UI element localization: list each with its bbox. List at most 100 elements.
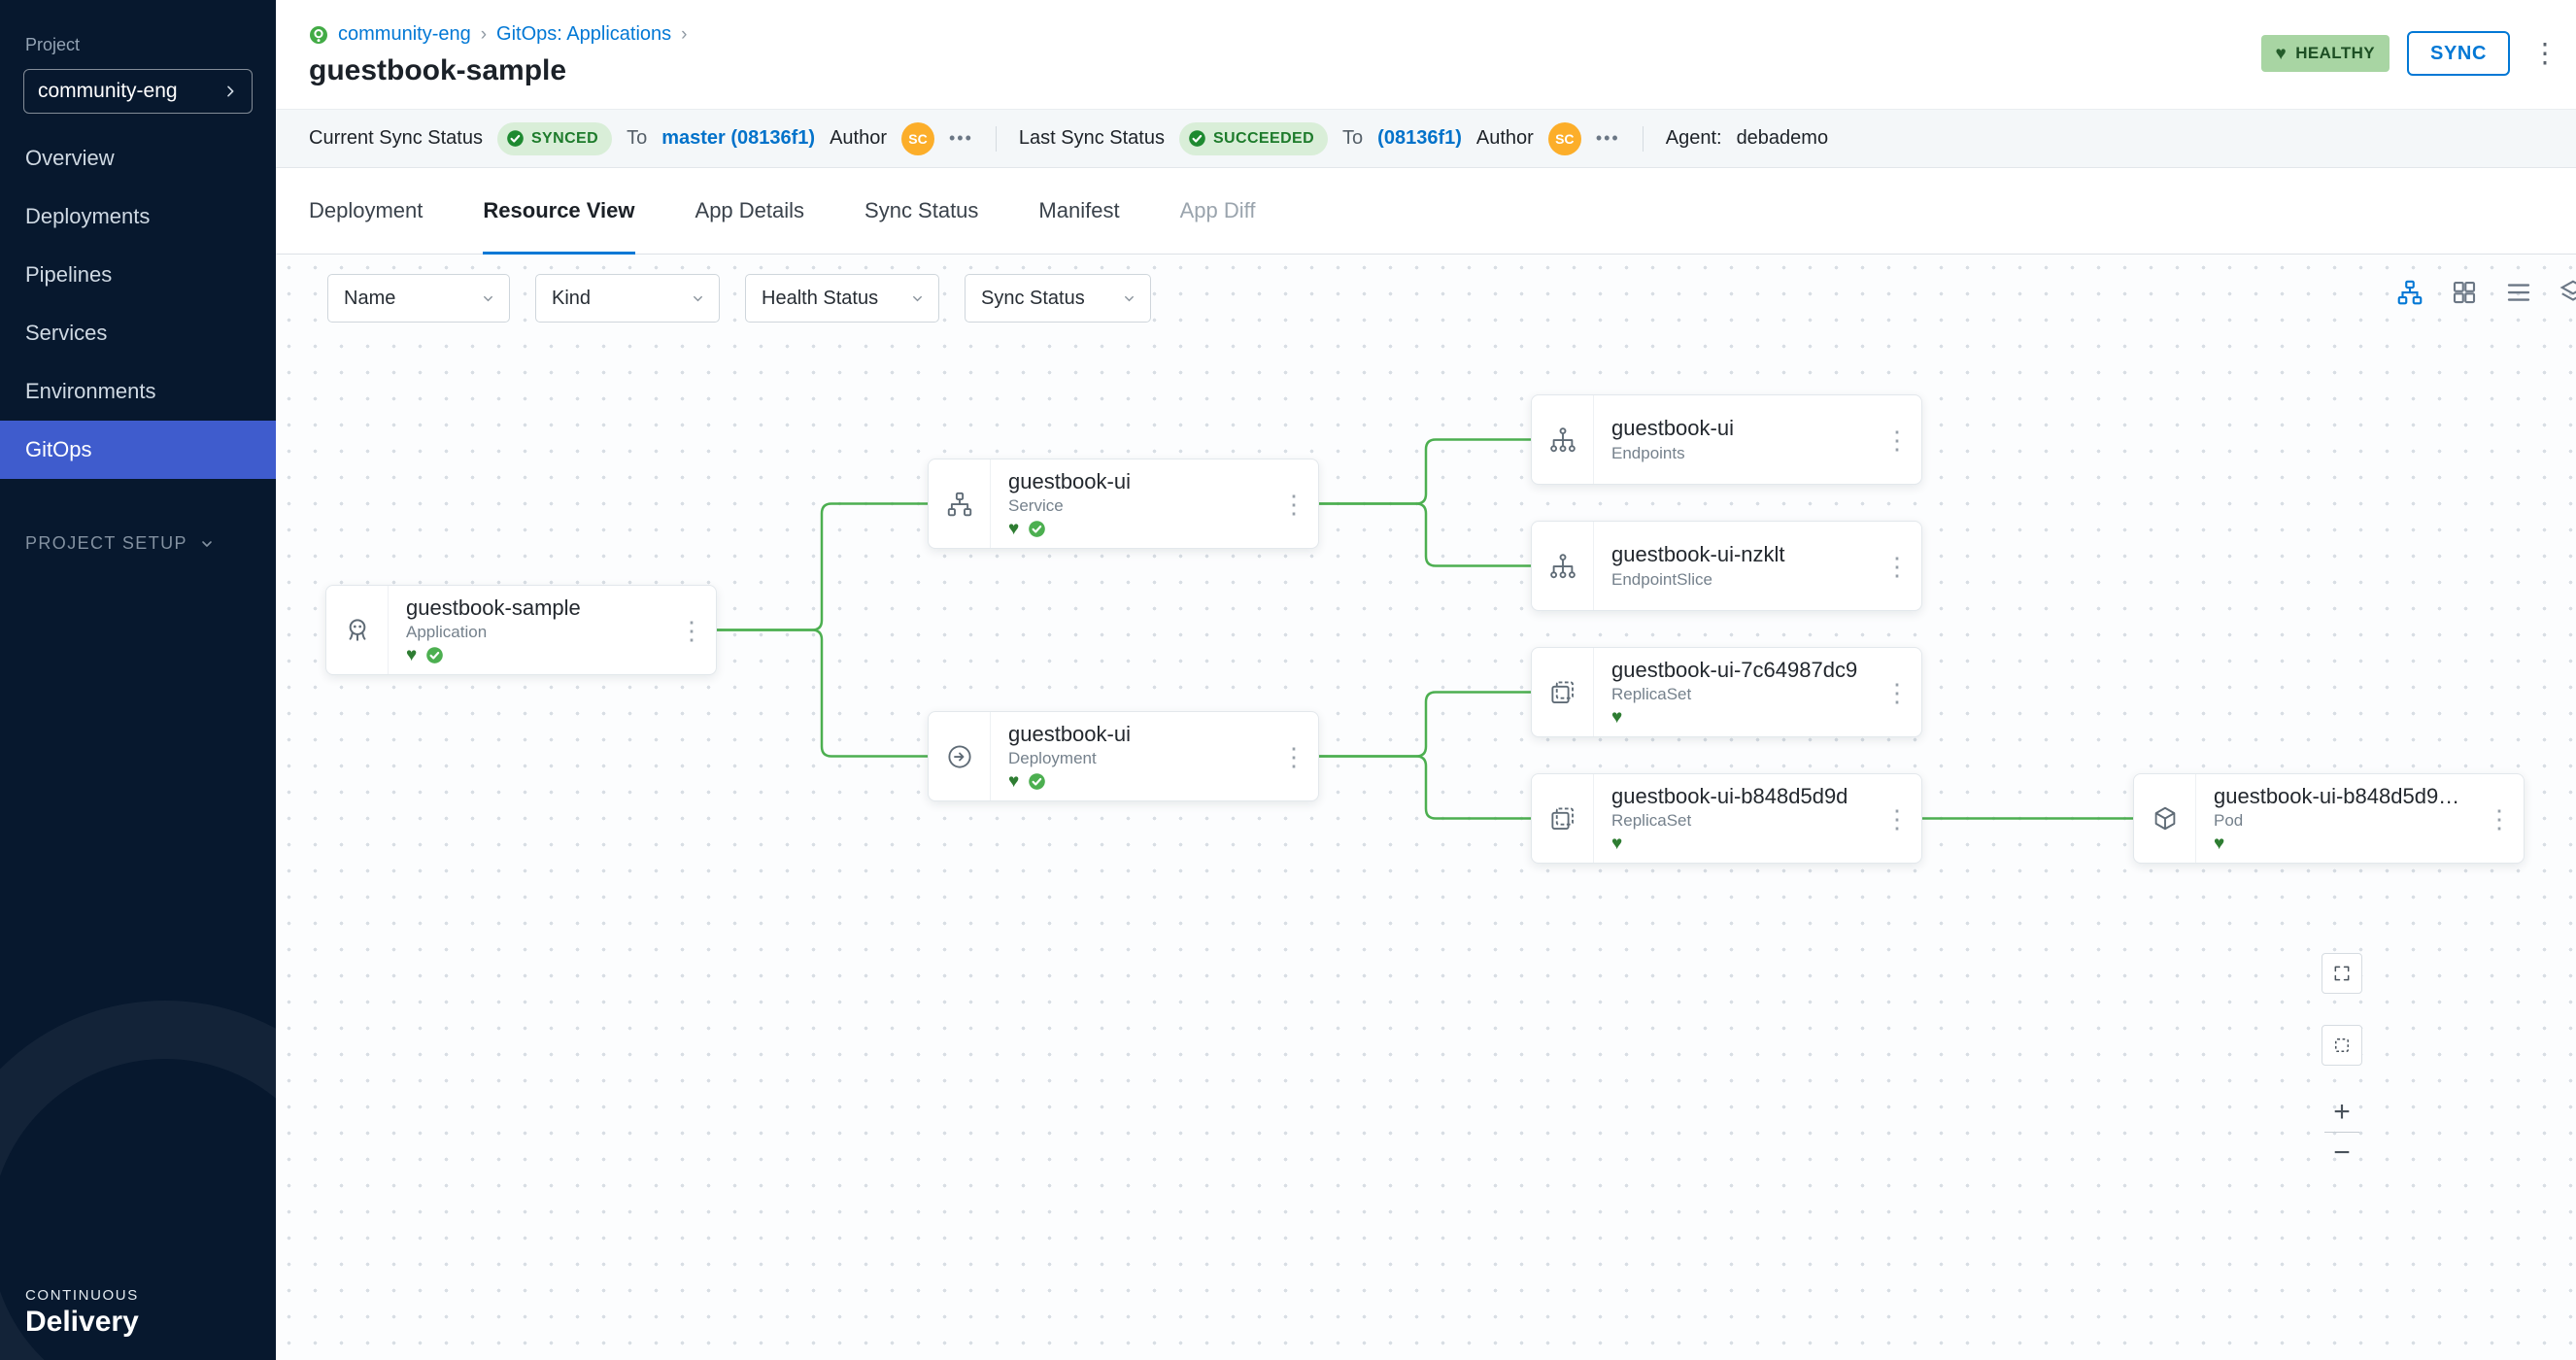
sidebar-nav: Overview Deployments Pipelines Services … [0,129,276,479]
current-sync-badge-label: SYNCED [531,130,598,148]
grid-view-icon[interactable] [2450,278,2479,307]
node-menu-icon[interactable]: ⋮ [1281,492,1306,517]
node-menu-icon[interactable]: ⋮ [1884,680,1910,705]
chevron-right-icon [222,84,238,99]
header-menu-icon[interactable]: ⋮ [2527,40,2562,67]
more-options-icon[interactable]: ••• [949,128,973,149]
node-kind: EndpointSlice [1611,570,1881,590]
to-label: To [627,127,647,150]
node-endpoints[interactable]: guestbook-ui Endpoints ⋮ [1531,394,1922,485]
filter-label: Health Status [762,288,878,310]
filter-kind-dropdown[interactable]: Kind [535,274,720,323]
tab-label: Manifest [1038,198,1119,223]
sidebar-item-gitops[interactable]: GitOps [0,421,276,479]
synced-check-icon [1028,520,1046,538]
sidebar-item-services[interactable]: Services [0,304,276,362]
node-status: ♥ [1008,519,1277,538]
node-name: guestbook-sample [406,595,675,620]
zoom-out-icon[interactable]: − [2322,1133,2362,1173]
overflow-view-icon[interactable] [2559,278,2576,307]
node-deployment[interactable]: guestbook-ui Deployment ♥ ⋮ [928,711,1319,801]
node-kind: Service [1008,496,1277,516]
project-setup-label: PROJECT SETUP [25,533,187,554]
sync-button[interactable]: SYNC [2407,31,2510,76]
node-menu-icon[interactable]: ⋮ [1884,554,1910,579]
more-options-icon[interactable]: ••• [1596,128,1620,149]
node-status: ♥ [406,645,675,664]
module-brand: CONTINUOUS Delivery [25,1287,139,1339]
replicaset-icon [1532,774,1594,863]
node-status: ♥ [1008,771,1277,791]
header-actions: ♥ HEALTHY SYNC ⋮ [2261,31,2562,76]
synced-check-icon [1028,772,1046,791]
node-replicaset-b848d5d9d[interactable]: guestbook-ui-b848d5d9d ReplicaSet ♥ ⋮ [1531,773,1922,864]
divider [996,126,997,152]
filter-label: Sync Status [981,288,1085,310]
breadcrumb-project-link[interactable]: community-eng [338,23,471,46]
current-revision-link[interactable]: master (08136f1) [661,127,815,150]
node-pod[interactable]: guestbook-ui-b848d5d9… Pod ♥ ⋮ [2133,773,2525,864]
node-menu-icon[interactable]: ⋮ [1281,744,1306,769]
divider [1643,126,1644,152]
node-service[interactable]: guestbook-ui Service ♥ ⋮ [928,459,1319,549]
tab-label: Resource View [483,198,634,223]
page-header: community-eng › GitOps: Applications › g… [276,0,2576,109]
tab-resource-view[interactable]: Resource View [483,168,634,254]
tab-deployment[interactable]: Deployment [309,168,423,254]
fullscreen-button[interactable] [2322,953,2362,994]
sidebar-item-overview[interactable]: Overview [0,129,276,187]
tree-view-icon[interactable] [2395,278,2424,307]
endpointslice-icon [1532,522,1594,610]
node-name: guestbook-ui [1611,416,1881,441]
node-menu-icon[interactable]: ⋮ [2487,806,2512,832]
node-menu-icon[interactable]: ⋮ [679,618,704,643]
tab-label: App Diff [1180,198,1256,223]
heart-icon: ♥ [2276,45,2288,63]
resource-tree-canvas[interactable]: Name Kind Health Status Sync Status [276,255,2576,1360]
page-title: guestbook-sample [276,46,2576,87]
tab-app-details[interactable]: App Details [695,168,805,254]
sync-button-label: SYNC [2430,43,2487,64]
tab-sync-status[interactable]: Sync Status [864,168,978,254]
check-circle-icon [1188,129,1206,148]
node-endpointslice[interactable]: guestbook-ui-nzklt EndpointSlice ⋮ [1531,521,1922,611]
list-view-icon[interactable] [2504,278,2533,307]
replicaset-icon [1532,648,1594,736]
deployment-icon [929,712,991,800]
filter-health-status-dropdown[interactable]: Health Status [745,274,939,323]
filter-name-dropdown[interactable]: Name [327,274,510,323]
author-avatar[interactable]: SC [1548,122,1581,155]
sidebar-item-environments[interactable]: Environments [0,362,276,421]
node-menu-icon[interactable]: ⋮ [1884,427,1910,453]
filter-sync-status-dropdown[interactable]: Sync Status [965,274,1151,323]
zoom-controls: + − [2322,1092,2362,1173]
sidebar-item-pipelines[interactable]: Pipelines [0,246,276,304]
selection-box-icon [2332,1036,2352,1055]
breadcrumb-section-link[interactable]: GitOps: Applications [496,23,671,46]
to-label: To [1342,127,1363,150]
last-revision-link[interactable]: (08136f1) [1377,127,1462,150]
project-selector[interactable]: community-eng [23,69,253,114]
node-menu-icon[interactable]: ⋮ [1884,806,1910,832]
sidebar-item-deployments[interactable]: Deployments [0,187,276,246]
zoom-in-icon[interactable]: + [2322,1092,2362,1132]
chevron-down-icon [1122,291,1136,306]
node-application[interactable]: guestbook-sample Application ♥ ⋮ [325,585,717,675]
breadcrumb: community-eng › GitOps: Applications › [276,0,2576,46]
brand-bottom-label: Delivery [25,1306,139,1339]
node-name: guestbook-ui [1008,469,1277,493]
healthy-heart-icon: ♥ [406,646,417,664]
project-setup-section[interactable]: PROJECT SETUP [0,533,276,554]
node-replicaset-7c64987dc9[interactable]: guestbook-ui-7c64987dc9 ReplicaSet ♥ ⋮ [1531,647,1922,737]
selection-button[interactable] [2322,1025,2362,1066]
node-status: ♥ [2214,833,2483,853]
tab-label: App Details [695,198,805,223]
author-avatar[interactable]: SC [901,122,934,155]
current-sync-label: Current Sync Status [309,127,483,150]
tab-manifest[interactable]: Manifest [1038,168,1119,254]
synced-check-icon [425,646,444,664]
chevron-down-icon [691,291,705,306]
node-kind: Endpoints [1611,444,1881,463]
breadcrumb-separator: › [481,24,487,46]
agent-name: debademo [1737,127,1829,150]
